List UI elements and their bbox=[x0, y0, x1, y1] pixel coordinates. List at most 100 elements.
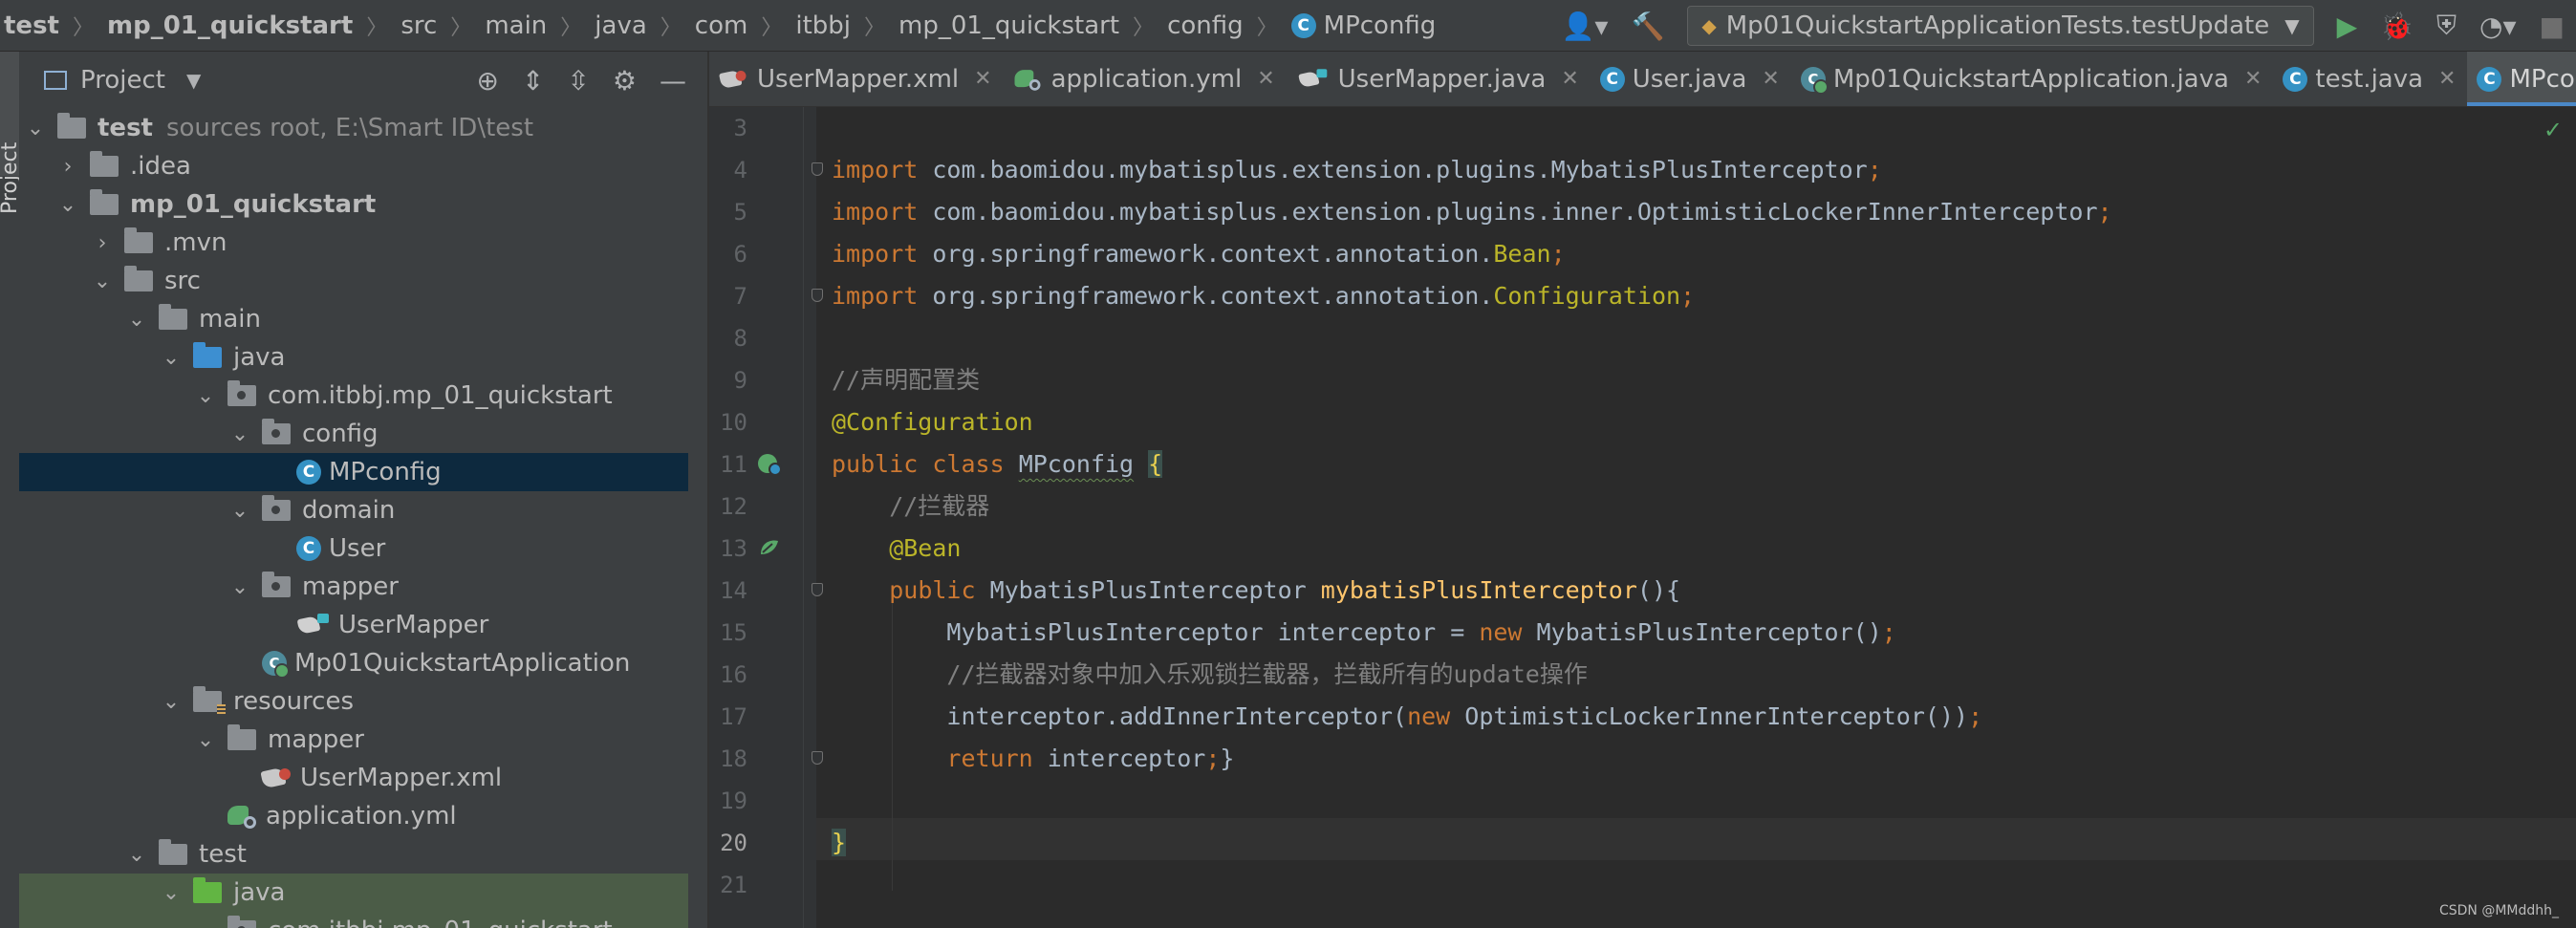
minimize-icon[interactable]: — bbox=[660, 65, 686, 97]
project-panel-title[interactable]: Project bbox=[80, 66, 165, 95]
profile-icon[interactable]: ◔▾ bbox=[2479, 11, 2517, 42]
tree-row[interactable]: ⌄ resources bbox=[19, 682, 707, 721]
close-icon[interactable]: ✕ bbox=[1762, 67, 1779, 91]
code-comment: //拦截器对象中加入乐观锁拦截器，拦截所有的update操作 bbox=[832, 660, 1588, 688]
run-configuration-select[interactable]: ◆ Mp01QuickstartApplicationTests.testUpd… bbox=[1687, 6, 2314, 46]
tree-row-selected[interactable]: C MPconfig bbox=[19, 453, 688, 491]
breadcrumb-item[interactable]: src bbox=[397, 11, 441, 40]
code-text: import com.baomidou.mybatisplus.extensio… bbox=[832, 198, 2112, 226]
bean-method-gutter-icon[interactable] bbox=[757, 535, 782, 560]
chevron-down-icon[interactable]: ⌄ bbox=[25, 117, 46, 140]
tree-row-label: main bbox=[199, 305, 261, 334]
tree-row[interactable]: ⌄ src bbox=[19, 262, 707, 300]
tree-row[interactable]: ⌄ mapper bbox=[19, 568, 707, 606]
tree-row[interactable]: C Mp01QuickstartApplication bbox=[19, 644, 707, 682]
tab-label: MPconfig.java bbox=[2509, 64, 2576, 94]
tree-row[interactable]: ⌄ com.itbbj.mp_01_quickstart bbox=[19, 912, 688, 928]
close-icon[interactable]: ✕ bbox=[1561, 67, 1578, 91]
tree-row[interactable]: ⌄ mp_01_quickstart bbox=[19, 185, 707, 224]
spring-bean-gutter-icon[interactable] bbox=[757, 451, 782, 476]
fold-marker-icon[interactable] bbox=[812, 751, 823, 765]
collapse-all-icon[interactable]: ⇳ bbox=[567, 65, 589, 97]
tree-row[interactable]: UserMapper.xml bbox=[19, 759, 707, 797]
chevron-down-icon[interactable]: ⌄ bbox=[161, 346, 182, 370]
fold-marker-icon[interactable] bbox=[812, 162, 823, 176]
tree-row[interactable]: application.yml bbox=[19, 797, 707, 835]
tree-row[interactable]: › .idea bbox=[19, 147, 707, 185]
tree-row[interactable]: ⌄ main bbox=[19, 300, 707, 338]
tree-row[interactable]: ⌄ java bbox=[19, 338, 707, 377]
chevron-down-icon[interactable]: ⌄ bbox=[161, 690, 182, 714]
tab-mp01quickstartapplication-java[interactable]: C Mp01QuickstartApplication.java ✕ bbox=[1791, 52, 2274, 106]
chevron-down-icon[interactable]: ⌄ bbox=[195, 728, 216, 752]
tab-usermapper-xml[interactable]: UserMapper.xml ✕ bbox=[709, 52, 1004, 106]
tree-row-label: mapper bbox=[268, 725, 364, 754]
tree-row[interactable]: ⌄ java bbox=[19, 874, 688, 912]
tree-row[interactable]: ⌄ test bbox=[19, 835, 707, 874]
chevron-down-icon[interactable]: ▼ bbox=[186, 69, 201, 92]
tab-usermapper-java[interactable]: UserMapper.java ✕ bbox=[1287, 52, 1591, 106]
inspection-ok-icon[interactable]: ✓ bbox=[2544, 117, 2563, 143]
tab-test-java[interactable]: C test.java ✕ bbox=[2273, 52, 2467, 106]
tab-application-yml[interactable]: application.yml ✕ bbox=[1004, 52, 1287, 106]
close-icon[interactable]: ✕ bbox=[2438, 67, 2456, 91]
chevron-down-icon[interactable]: ⌄ bbox=[126, 843, 147, 867]
chevron-right-icon[interactable]: › bbox=[92, 231, 113, 255]
breadcrumb-item[interactable]: config bbox=[1163, 11, 1247, 40]
tree-row[interactable]: ⌄ test sources root, E:\Smart ID\test bbox=[19, 109, 694, 147]
breadcrumb-item-current[interactable]: C MPconfig bbox=[1288, 11, 1440, 40]
debug-icon[interactable]: 🐞 bbox=[2380, 11, 2414, 42]
tree-row[interactable]: ⌄ domain bbox=[19, 491, 707, 529]
code-line: 7 import org.springframework.context.ann… bbox=[709, 275, 2576, 317]
chevron-down-icon[interactable]: ⌄ bbox=[161, 881, 182, 905]
tree-row-label: com.itbbj.mp_01_quickstart bbox=[268, 381, 613, 410]
chevron-down-icon[interactable]: ⌄ bbox=[57, 193, 78, 217]
tab-mpconfig-java[interactable]: C MPconfig.java ✕ bbox=[2467, 52, 2576, 106]
breadcrumb-item[interactable]: com bbox=[691, 11, 752, 40]
tree-row[interactable]: › .mvn bbox=[19, 224, 707, 262]
breadcrumb-item[interactable]: mp_01_quickstart bbox=[895, 11, 1123, 40]
tree-row[interactable]: C User bbox=[19, 529, 707, 568]
breadcrumb-item[interactable]: java bbox=[591, 11, 650, 40]
tree-row[interactable]: ⌄ mapper bbox=[19, 721, 707, 759]
tab-user-java[interactable]: C User.java ✕ bbox=[1591, 52, 1791, 106]
fold-marker-icon[interactable] bbox=[812, 583, 823, 596]
tree-row[interactable]: ⌄ config bbox=[19, 415, 707, 453]
run-icon[interactable]: ▶ bbox=[2337, 11, 2358, 42]
fold-marker-icon[interactable] bbox=[812, 289, 823, 302]
breadcrumb: test 〉 mp_01_quickstart 〉 src 〉 main 〉 j… bbox=[0, 0, 1440, 52]
chevron-down-icon[interactable]: ⌄ bbox=[195, 919, 216, 928]
gear-icon[interactable]: ⚙ bbox=[613, 65, 637, 97]
stop-icon[interactable]: ■ bbox=[2540, 11, 2565, 42]
project-tool-window-tab[interactable]: Project bbox=[0, 52, 22, 214]
resources-folder-icon bbox=[193, 686, 226, 715]
tree-row-label: User bbox=[329, 534, 386, 563]
expand-all-icon[interactable]: ⇕ bbox=[522, 65, 544, 97]
chevron-down-icon[interactable]: ⌄ bbox=[229, 499, 250, 523]
chevron-down-icon[interactable]: ⌄ bbox=[126, 308, 147, 332]
close-icon[interactable]: ✕ bbox=[1257, 67, 1274, 91]
line-number: 6 bbox=[733, 241, 747, 268]
locate-icon[interactable]: ⊕ bbox=[476, 65, 498, 97]
test-folder-icon bbox=[193, 877, 222, 903]
close-icon[interactable]: ✕ bbox=[2244, 67, 2262, 91]
code-text: import org.springframework.context.annot… bbox=[832, 282, 1696, 310]
tab-label: UserMapper.xml bbox=[757, 64, 960, 94]
chevron-right-icon[interactable]: › bbox=[57, 155, 78, 179]
code-editor[interactable]: 3 4 import com.baomidou.mybatisplus.exte… bbox=[709, 107, 2576, 928]
code-line: 15 MybatisPlusInterceptor interceptor = … bbox=[709, 612, 2576, 654]
chevron-down-icon[interactable]: ⌄ bbox=[92, 270, 113, 293]
breadcrumb-item[interactable]: mp_01_quickstart bbox=[103, 11, 357, 40]
chevron-down-icon[interactable]: ⌄ bbox=[195, 384, 216, 408]
breadcrumb-item[interactable]: main bbox=[481, 11, 551, 40]
user-icon[interactable]: 👤▾ bbox=[1562, 11, 1609, 42]
coverage-icon[interactable]: ⛨ bbox=[2436, 10, 2457, 42]
breadcrumb-item[interactable]: itbbj bbox=[791, 11, 855, 40]
chevron-down-icon[interactable]: ⌄ bbox=[229, 575, 250, 599]
breadcrumb-item[interactable]: test bbox=[0, 11, 63, 40]
chevron-down-icon[interactable]: ⌄ bbox=[229, 422, 250, 446]
build-hammer-icon[interactable]: 🔨 bbox=[1631, 11, 1664, 42]
tree-row[interactable]: UserMapper bbox=[19, 606, 707, 644]
tree-row[interactable]: ⌄ com.itbbj.mp_01_quickstart bbox=[19, 377, 707, 415]
close-icon[interactable]: ✕ bbox=[974, 67, 991, 91]
